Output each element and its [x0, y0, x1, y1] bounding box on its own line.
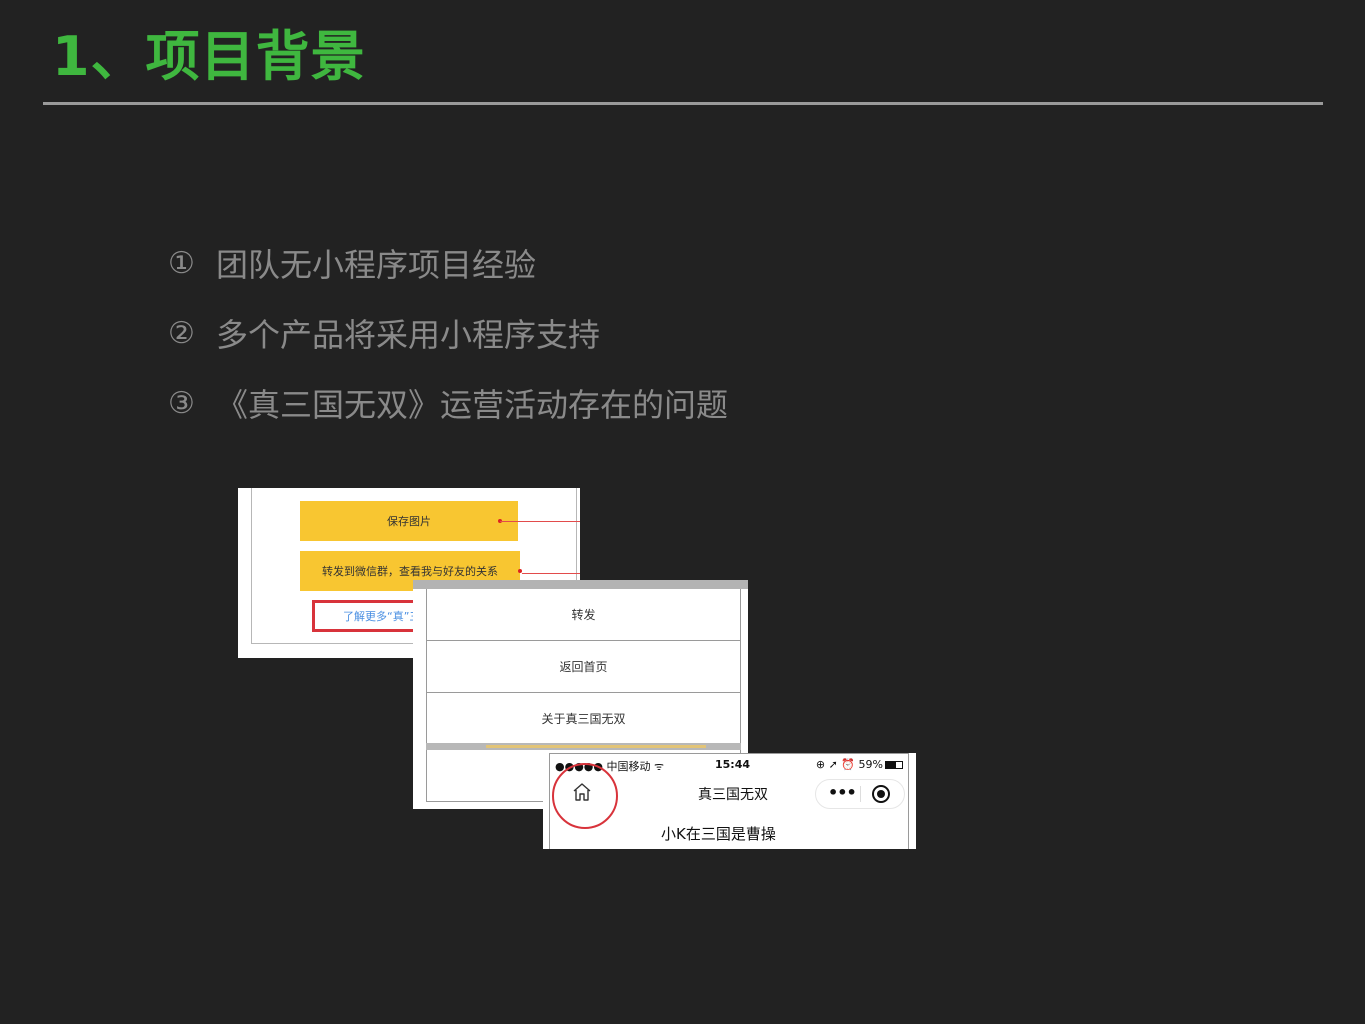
title-divider: [43, 102, 1323, 105]
close-target-icon[interactable]: [872, 785, 890, 803]
capsule-menu[interactable]: •••: [815, 779, 905, 809]
page-heading: 小K在三国是曹操: [661, 825, 776, 843]
sheet-separator: [426, 743, 741, 750]
nav-title: 真三国无双: [698, 787, 768, 803]
learn-more-label: 了解更多“真”三: [343, 610, 421, 623]
more-dots-icon[interactable]: •••: [828, 783, 857, 802]
bullet-text: 《真三国无双》运营活动存在的问题: [216, 386, 729, 424]
bullet-text: 多个产品将采用小程序支持: [216, 316, 601, 354]
bullet-number: ②: [168, 315, 195, 351]
bullet-number: ①: [168, 245, 195, 281]
background-peek: [486, 745, 706, 748]
save-image-label: 保存图片: [387, 515, 431, 528]
home-icon[interactable]: [571, 781, 593, 807]
sheet-top-band: [413, 580, 748, 589]
slide-title: 1、项目背景: [52, 25, 366, 88]
bullet-item: ② 多个产品将采用小程序支持: [168, 298, 728, 368]
bullet-text: 团队无小程序项目经验: [216, 246, 537, 284]
save-image-button[interactable]: 保存图片: [300, 501, 518, 541]
share-group-label: 转发到微信群，查看我与好友的关系: [322, 565, 498, 578]
capsule-divider: [860, 786, 861, 802]
screenshot-nav-bar: ●●●●● 中国移动 ᯤ 15:44 ⊕ ➚ ⏰ 59% 真三国无双 ••• 小…: [543, 753, 916, 849]
bullet-list: ① 团队无小程序项目经验 ② 多个产品将采用小程序支持 ③ 《真三国无双》运营活…: [168, 228, 728, 438]
status-time: 15:44: [715, 758, 751, 771]
bullet-item: ③ 《真三国无双》运营活动存在的问题: [168, 368, 728, 438]
menu-item-back-home[interactable]: 返回首页: [426, 641, 741, 693]
menu-item-label: 返回首页: [559, 660, 608, 674]
battery-icon: [885, 761, 903, 769]
menu-item-label: 转发: [571, 608, 596, 622]
menu-item-label: 关于真三国无双: [541, 712, 626, 726]
annotation-line: [522, 573, 580, 574]
menu-item-forward[interactable]: 转发: [426, 589, 741, 641]
bullet-item: ① 团队无小程序项目经验: [168, 228, 728, 298]
status-indicators: ⊕ ➚ ⏰ 59%: [815, 758, 883, 771]
annotation-line: [500, 521, 580, 522]
bullet-number: ③: [168, 385, 195, 421]
menu-item-about[interactable]: 关于真三国无双: [426, 693, 741, 745]
